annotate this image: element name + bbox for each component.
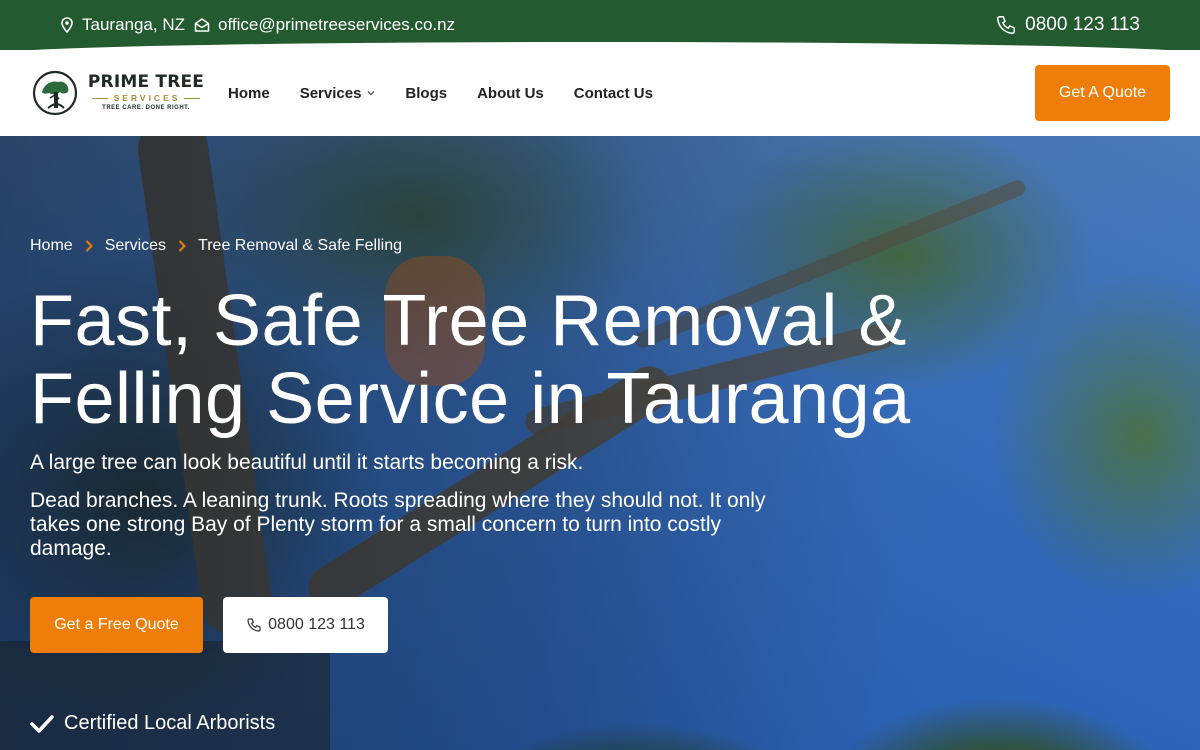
nav-item-home[interactable]: Home — [228, 85, 270, 102]
hero-overlay — [0, 136, 1200, 750]
nav-item-blogs[interactable]: Blogs — [405, 85, 447, 102]
nav-item-label: Services — [299, 84, 362, 102]
main-nav: Home Services Blogs About Us Contact Us — [228, 50, 683, 136]
logo-subtitle: SERVICES — [113, 93, 181, 103]
nav-item-label: Contact Us — [573, 84, 653, 102]
location-text: Tauranga, NZ — [82, 15, 185, 34]
chevron-down-icon — [367, 90, 375, 96]
envelope-icon — [194, 18, 210, 32]
logo-tagline: TREE CARE. DONE RIGHT. — [102, 105, 190, 111]
tree-logo-icon — [32, 70, 78, 116]
logo-rule-right — [184, 97, 201, 99]
phone-icon — [995, 14, 1017, 36]
get-free-quote-button[interactable]: Get a Free Quote — [30, 597, 203, 653]
hero-lead-text: A large tree can look beautiful until it… — [30, 451, 584, 474]
nav-item-services[interactable]: Services — [300, 85, 376, 102]
hero-description: Dead branches. A leaning trunk. Roots sp… — [30, 489, 766, 560]
call-phone-label: 0800 123 113 — [268, 616, 365, 633]
chevron-right-icon — [85, 240, 93, 252]
logo-title: PRIME TREE — [87, 72, 205, 92]
feature-item: Certified Local Arborists — [30, 712, 275, 735]
topbar-phone-link[interactable]: 0800 123 113 — [995, 0, 1140, 50]
logo-wordmark: PRIME TREE SERVICES TREE CARE. DONE RIGH… — [84, 72, 208, 111]
breadcrumb-services[interactable]: Services — [105, 237, 166, 255]
chevron-right-icon — [178, 240, 186, 252]
nav-item-label: About Us — [477, 84, 544, 102]
top-info-bar: Tauranga, NZ office@primetreeservices.co… — [0, 0, 1200, 54]
call-phone-button[interactable]: 0800 123 113 — [223, 597, 388, 653]
phone-icon — [246, 617, 262, 633]
logo-subtitle-row: SERVICES — [84, 93, 208, 103]
hero-section: Home Services Tree Removal & Safe Fellin… — [0, 136, 1200, 750]
nav-item-label: Blogs — [405, 84, 448, 102]
nav-item-contact-us[interactable]: Contact Us — [574, 85, 653, 102]
site-header: PRIME TREE SERVICES TREE CARE. DONE RIGH… — [0, 50, 1200, 136]
email-text: office@primetreeservices.co.nz — [218, 15, 456, 34]
topbar-phone-text: 0800 123 113 — [1025, 14, 1140, 35]
nav-item-about-us[interactable]: About Us — [477, 85, 544, 102]
site-logo[interactable]: PRIME TREE SERVICES TREE CARE. DONE RIGH… — [32, 70, 212, 118]
breadcrumb-home[interactable]: Home — [30, 237, 73, 255]
page-title-line-2: Felling Service in Tauranga — [30, 359, 911, 439]
location-info: Tauranga, NZ — [60, 0, 185, 50]
page-title-line-1: Fast, Safe Tree Removal & — [30, 281, 907, 361]
get-a-quote-button[interactable]: Get A Quote — [1035, 65, 1170, 121]
breadcrumb: Home Services Tree Removal & Safe Fellin… — [30, 237, 402, 255]
logo-rule-left — [91, 97, 108, 99]
feature-label: Certified Local Arborists — [64, 712, 276, 734]
map-pin-icon — [60, 17, 74, 33]
page-title: Fast, Safe Tree Removal & Felling Servic… — [30, 282, 990, 438]
breadcrumb-current: Tree Removal & Safe Felling — [198, 237, 402, 254]
checkmark-icon — [30, 714, 54, 734]
nav-item-label: Home — [228, 84, 270, 102]
